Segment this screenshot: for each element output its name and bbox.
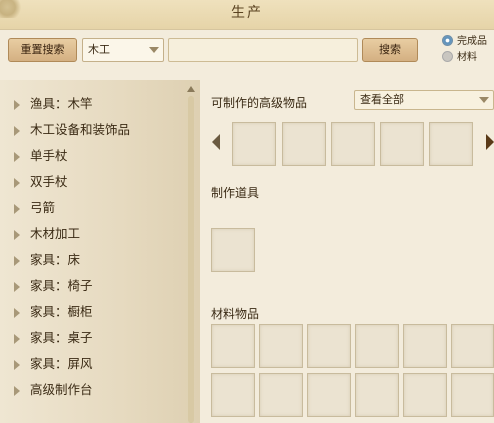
scroll-up-arrow-icon[interactable] bbox=[187, 86, 195, 92]
list-item-label: 渔具：木竿 bbox=[30, 96, 93, 111]
expand-arrow-icon bbox=[14, 230, 20, 240]
list-item[interactable]: 家具：椅子 bbox=[0, 273, 186, 299]
list-item[interactable]: 家具：床 bbox=[0, 247, 186, 273]
material-slot[interactable] bbox=[307, 324, 351, 368]
expand-arrow-icon bbox=[14, 360, 20, 370]
material-slot[interactable] bbox=[403, 324, 447, 368]
list-item[interactable]: 家具：橱柜 bbox=[0, 299, 186, 325]
radio-unselected-icon bbox=[442, 51, 453, 62]
material-slot[interactable] bbox=[451, 373, 494, 417]
list-scrollbar[interactable] bbox=[186, 80, 196, 423]
list-item[interactable]: 弓箭 bbox=[0, 195, 186, 221]
list-item-label: 双手杖 bbox=[30, 174, 68, 189]
list-item-label: 单手杖 bbox=[30, 148, 68, 163]
list-item-label: 木工设备和装饰品 bbox=[30, 122, 131, 137]
list-item[interactable]: 家具：屏风 bbox=[0, 351, 186, 377]
category-dropdown[interactable]: 木工 bbox=[82, 38, 164, 62]
view-filter-value: 查看全部 bbox=[360, 93, 404, 106]
search-button[interactable]: 搜索 bbox=[362, 38, 418, 62]
craftable-item-slot[interactable] bbox=[331, 122, 375, 166]
craftable-item-slot[interactable] bbox=[380, 122, 424, 166]
list-item[interactable]: 家具：桌子 bbox=[0, 325, 186, 351]
radio-material-label: 材料 bbox=[457, 52, 477, 63]
expand-arrow-icon bbox=[14, 100, 20, 110]
list-item-label: 家具：橱柜 bbox=[30, 304, 93, 319]
title-bar: 生产 bbox=[0, 0, 494, 30]
material-slot[interactable] bbox=[307, 373, 351, 417]
materials-title: 材料物品 bbox=[211, 307, 260, 321]
view-filter-dropdown[interactable]: 查看全部 bbox=[354, 90, 494, 110]
chevron-down-icon bbox=[479, 97, 489, 103]
material-slot[interactable] bbox=[355, 324, 399, 368]
radio-selected-icon bbox=[442, 35, 453, 46]
list-item-label: 家具：桌子 bbox=[30, 330, 93, 345]
expand-arrow-icon bbox=[14, 204, 20, 214]
material-slot[interactable] bbox=[451, 324, 494, 368]
list-item-label: 木材加工 bbox=[30, 226, 81, 241]
list-item[interactable]: 渔具：木竿 bbox=[0, 91, 186, 117]
expand-arrow-icon bbox=[14, 152, 20, 162]
craftable-item-slot[interactable] bbox=[429, 122, 473, 166]
material-slot[interactable] bbox=[211, 324, 255, 368]
category-list: 渔具：木竿 木工设备和装饰品 单手杖 双手杖 弓箭 木材加工 家具：床 家具：椅… bbox=[0, 80, 200, 423]
scroll-thumb[interactable] bbox=[188, 96, 194, 423]
material-slot[interactable] bbox=[211, 373, 255, 417]
tools-title: 制作道具 bbox=[211, 186, 260, 200]
window-title: 生产 bbox=[231, 5, 263, 21]
radio-finished-label: 完成品 bbox=[457, 36, 487, 47]
search-input[interactable] bbox=[168, 38, 358, 62]
radio-finished-goods[interactable]: 完成品 bbox=[442, 35, 487, 49]
craftable-item-slot[interactable] bbox=[232, 122, 276, 166]
expand-arrow-icon bbox=[14, 334, 20, 344]
list-item[interactable]: 木工设备和装饰品 bbox=[0, 117, 186, 143]
carousel-left-arrow-icon[interactable] bbox=[212, 134, 220, 150]
expand-arrow-icon bbox=[14, 178, 20, 188]
material-slot[interactable] bbox=[259, 324, 303, 368]
list-item[interactable]: 木材加工 bbox=[0, 221, 186, 247]
list-item-label: 高级制作台 bbox=[30, 382, 93, 397]
category-dropdown-value: 木工 bbox=[88, 43, 110, 56]
material-slot[interactable] bbox=[403, 373, 447, 417]
list-item[interactable]: 单手杖 bbox=[0, 143, 186, 169]
carousel-right-arrow-icon[interactable] bbox=[486, 134, 494, 150]
expand-arrow-icon bbox=[14, 126, 20, 136]
chevron-down-icon bbox=[149, 47, 159, 53]
tool-slot[interactable] bbox=[211, 228, 255, 272]
expand-arrow-icon bbox=[14, 386, 20, 396]
material-slot[interactable] bbox=[259, 373, 303, 417]
expand-arrow-icon bbox=[14, 256, 20, 266]
list-item[interactable]: 双手杖 bbox=[0, 169, 186, 195]
expand-arrow-icon bbox=[14, 308, 20, 318]
craftable-item-slot[interactable] bbox=[282, 122, 326, 166]
craftable-items-title: 可制作的高级物品 bbox=[211, 96, 308, 110]
reset-search-button[interactable]: 重置搜索 bbox=[8, 38, 77, 62]
list-item-label: 家具：椅子 bbox=[30, 278, 93, 293]
list-item[interactable]: 高级制作台 bbox=[0, 377, 186, 403]
list-item-label: 家具：屏风 bbox=[30, 356, 93, 371]
expand-arrow-icon bbox=[14, 282, 20, 292]
list-item-label: 家具：床 bbox=[30, 252, 81, 267]
list-item-label: 弓箭 bbox=[30, 200, 56, 215]
material-slot[interactable] bbox=[355, 373, 399, 417]
radio-materials[interactable]: 材料 bbox=[442, 51, 477, 65]
search-toolbar: 重置搜索 木工 搜索 完成品 材料 bbox=[0, 30, 494, 68]
